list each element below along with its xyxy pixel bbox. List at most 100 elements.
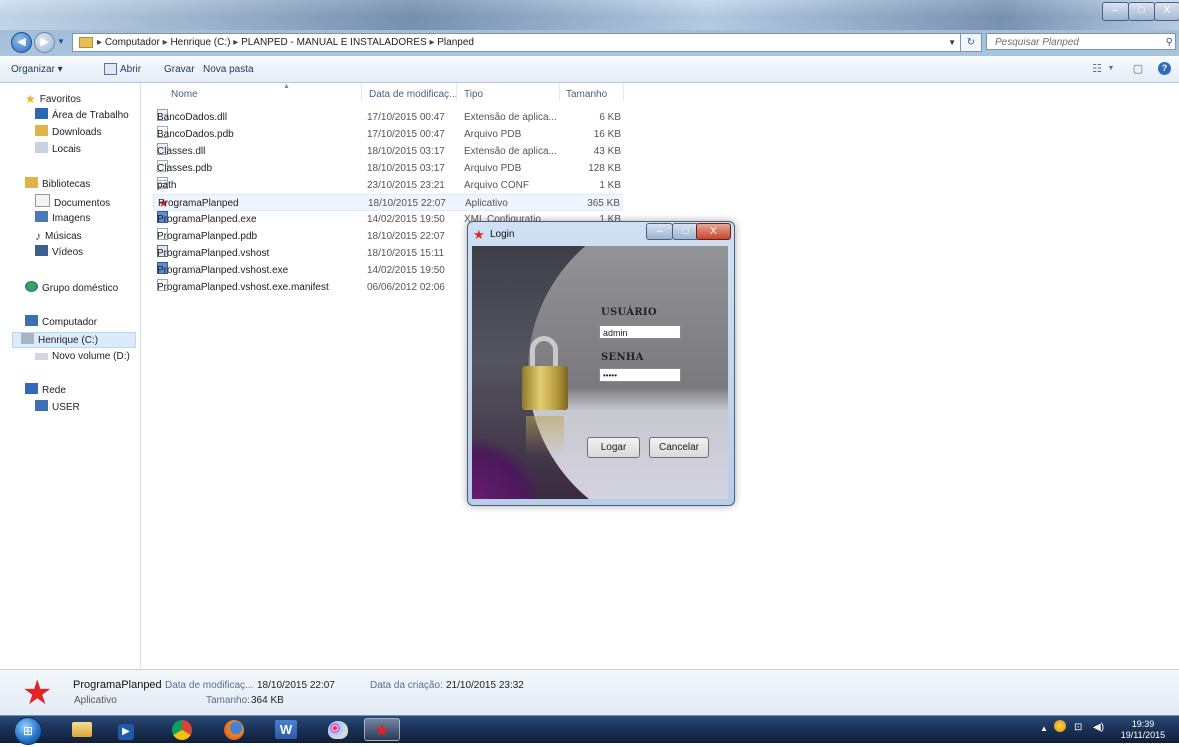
login-maximize-button[interactable]: □: [672, 223, 699, 240]
breadcrumb-drive[interactable]: Henrique (C:): [170, 37, 230, 48]
back-button[interactable]: ◀: [11, 32, 32, 53]
nav-drive-d[interactable]: Novo volume (D:): [35, 349, 130, 365]
videos-icon: [35, 245, 48, 256]
forward-button[interactable]: ▶: [34, 32, 55, 53]
nav-drive-c[interactable]: Henrique (C:): [12, 332, 136, 348]
pictures-icon: [35, 211, 48, 222]
taskbar-explorer[interactable]: [64, 718, 100, 741]
address-dropdown-icon[interactable]: ▼: [948, 34, 956, 51]
password-input[interactable]: •••••: [599, 368, 681, 382]
volume-icon[interactable]: ◀): [1093, 722, 1104, 733]
details-filename: ProgramaPlanped: [73, 679, 162, 691]
cancel-button[interactable]: Cancelar: [649, 437, 709, 458]
clock-date: 19/11/2015: [1120, 730, 1166, 740]
details-pane: ★ ProgramaPlanped Aplicativo Data de mod…: [0, 669, 1179, 716]
nav-music[interactable]: ♪ Músicas: [35, 228, 82, 244]
column-name[interactable]: Nome: [171, 89, 198, 100]
open-app-icon: [104, 63, 117, 75]
breadcrumb-planped[interactable]: Planped: [437, 37, 474, 48]
nav-libraries[interactable]: Bibliotecas: [25, 177, 90, 193]
taskbar-programa-planped[interactable]: ★: [364, 718, 400, 741]
maximize-button[interactable]: □: [1128, 2, 1155, 21]
login-panel: USUÁRIO admin SENHA ••••• Logar Cancelar: [472, 246, 728, 499]
nav-network-user[interactable]: USER: [35, 400, 80, 416]
file-row[interactable]: Classes.dll 18/10/2015 03:17 Extensão de…: [153, 143, 623, 160]
nav-favorites[interactable]: ★ Favoritos: [25, 91, 81, 107]
homegroup-icon: [25, 281, 38, 292]
network-tray-icon[interactable]: ⊡: [1074, 722, 1082, 733]
nav-computer[interactable]: Computador: [25, 315, 97, 331]
address-bar[interactable]: ▸ Computador ▸ Henrique (C:) ▸ PLANPED -…: [72, 33, 971, 52]
nav-pictures[interactable]: Imagens: [35, 211, 90, 227]
column-divider[interactable]: [623, 83, 624, 101]
app-star-icon: ★: [22, 674, 53, 712]
view-options-icon[interactable]: ☷: [1090, 62, 1104, 76]
recent-places-icon: [35, 142, 48, 153]
new-folder-button[interactable]: Nova pasta: [203, 64, 254, 75]
nav-downloads[interactable]: Downloads: [35, 125, 101, 141]
login-close-button[interactable]: X: [696, 223, 731, 240]
organize-button[interactable]: Organizar ▾: [11, 64, 63, 75]
taskbar-firefox[interactable]: [216, 718, 252, 741]
show-hidden-icons[interactable]: ▲: [1040, 724, 1048, 733]
column-divider[interactable]: [456, 83, 457, 101]
file-row[interactable]: BancoDados.dll 17/10/2015 00:47 Extensão…: [153, 109, 623, 126]
minimize-button[interactable]: –: [1102, 2, 1129, 21]
breadcrumb-planped-manual[interactable]: PLANPED - MANUAL E INSTALADORES: [241, 37, 427, 48]
desktop-icon: [35, 108, 48, 119]
media-player-icon: ▶: [118, 724, 134, 740]
column-modified[interactable]: Data de modificaç...: [369, 89, 457, 100]
breadcrumb-computer[interactable]: Computador: [105, 37, 160, 48]
username-input[interactable]: admin: [599, 325, 681, 339]
titlebar-glass: [0, 0, 1179, 30]
login-button[interactable]: Logar: [587, 437, 640, 458]
file-row-selected[interactable]: ★ ProgramaPlanped 18/10/2015 22:07 Aplica…: [153, 194, 623, 211]
nav-network[interactable]: Rede: [25, 383, 66, 399]
nav-homegroup[interactable]: Grupo doméstico: [25, 281, 118, 297]
clock[interactable]: 19:39 19/11/2015: [1116, 719, 1170, 741]
view-dropdown-icon[interactable]: ▼: [1104, 65, 1118, 79]
taskbar-paint[interactable]: [320, 718, 356, 741]
paint-icon: [328, 721, 348, 739]
details-modified-value: 18/10/2015 22:07: [257, 680, 335, 691]
taskbar-media-player[interactable]: ▶: [108, 718, 144, 741]
search-placeholder: Pesquisar Planped: [995, 37, 1079, 48]
details-created-value: 21/10/2015 23:32: [446, 680, 524, 691]
taskbar-chrome[interactable]: [164, 718, 200, 741]
file-row[interactable]: BancoDados.pdb 17/10/2015 00:47 Arquivo …: [153, 126, 623, 143]
burn-button[interactable]: Gravar: [164, 64, 195, 75]
sort-up-icon: ▲: [283, 83, 290, 90]
preview-pane-icon[interactable]: ▢: [1131, 62, 1145, 76]
close-button[interactable]: X: [1154, 2, 1179, 21]
file-row[interactable]: Classes.pdb 18/10/2015 03:17 Arquivo PDB…: [153, 160, 623, 177]
login-minimize-button[interactable]: –: [646, 223, 673, 240]
column-divider[interactable]: [559, 83, 560, 101]
recent-locations-dropdown[interactable]: ▼: [57, 37, 65, 46]
app-star-icon: ★: [473, 227, 485, 242]
notification-icon[interactable]: [1054, 720, 1066, 735]
column-size[interactable]: Tamanho: [566, 89, 607, 100]
nav-recent-places[interactable]: Locais: [35, 142, 81, 158]
nav-desktop[interactable]: Área de Trabalho: [35, 108, 129, 124]
start-button[interactable]: ⊞: [14, 717, 42, 745]
login-title: Login: [490, 229, 515, 240]
file-row[interactable]: path 23/10/2015 23:21 Arquivo CONF 1 KB: [153, 177, 623, 194]
nav-videos[interactable]: Vídeos: [35, 245, 83, 261]
documents-icon: [35, 194, 50, 207]
taskbar-word[interactable]: W: [268, 718, 304, 741]
details-size-value: 364 KB: [251, 695, 284, 706]
refresh-button[interactable]: ↻: [960, 33, 982, 52]
firefox-icon: [224, 720, 244, 740]
nav-documents[interactable]: Documentos: [35, 194, 110, 210]
search-icon[interactable]: ⚲: [1166, 34, 1173, 51]
column-type[interactable]: Tipo: [464, 89, 483, 100]
help-icon[interactable]: ?: [1158, 62, 1171, 75]
open-button[interactable]: Abrir: [120, 64, 141, 75]
downloads-folder-icon: [35, 125, 48, 136]
navigation-pane: ★ Favoritos Área de Trabalho Downloads Lo…: [0, 83, 141, 668]
search-input[interactable]: Pesquisar Planped ⚲: [986, 33, 1176, 50]
drive-icon: [35, 353, 48, 360]
star-icon: ★: [25, 92, 36, 106]
column-divider[interactable]: [361, 83, 362, 101]
windows-logo-icon: ⊞: [22, 724, 34, 738]
